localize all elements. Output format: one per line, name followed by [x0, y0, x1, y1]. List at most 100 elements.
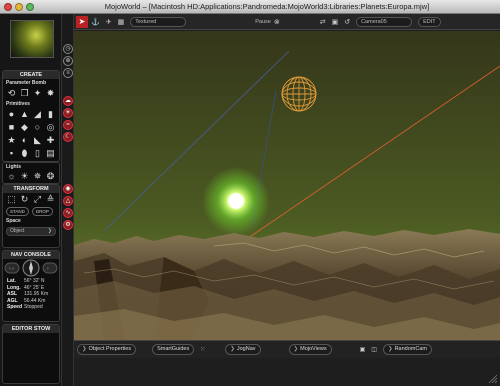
render-viewport[interactable]: [74, 31, 500, 340]
pause-button[interactable]: ⊗: [274, 18, 280, 26]
close-window-button[interactable]: [4, 2, 12, 11]
planet-thumbnail[interactable]: [10, 20, 54, 58]
sun-tool-icon[interactable]: ☀: [63, 108, 73, 118]
globe-icon[interactable]: ⊕: [63, 56, 73, 66]
transform-panel-title: TRANSFORM: [3, 185, 59, 193]
atmosphere-tool-icon[interactable]: ≈: [63, 120, 73, 130]
mojo-views-button[interactable]: ❯ MojoViews: [288, 344, 332, 355]
select-tool-button[interactable]: ➤: [76, 15, 88, 28]
water-tool-icon[interactable]: ∿: [63, 208, 73, 218]
parameter-bomb-label: Parameter Bomb: [6, 80, 47, 86]
resize-grip-icon[interactable]: [487, 373, 497, 383]
random-cam-label: RandomCam: [394, 346, 427, 352]
guides-toggle-icon[interactable]: ⁙: [200, 346, 205, 353]
spiral-icon[interactable]: ⟲: [6, 88, 17, 99]
editor-stow-title: EDITOR STOW: [3, 325, 59, 333]
jog-nav-button[interactable]: ❯ JogNav: [225, 344, 261, 355]
sun-light-icon[interactable]: ☀: [19, 171, 30, 182]
tube-icon[interactable]: ▯: [32, 148, 43, 159]
nav-compass[interactable]: ‹ › ›: [3, 259, 59, 277]
lights-label: Lights: [6, 164, 21, 170]
editor-stow-panel: EDITOR STOW: [2, 324, 60, 384]
rotate-icon[interactable]: ↻: [19, 194, 30, 205]
clock-icon[interactable]: ◷: [63, 44, 73, 54]
chevron-right-icon: ❯: [82, 346, 87, 352]
cloud-tool-icon[interactable]: ☁: [63, 96, 73, 106]
chevron-right-icon: ❯: [47, 228, 52, 234]
spot-light-icon[interactable]: ✵: [32, 171, 43, 182]
transform-tools: ⬚ ↻ ⤢ ≙: [3, 193, 59, 206]
nav-compass-row: ‹ › ›: [3, 259, 59, 277]
layers-icon[interactable]: ≡: [63, 68, 73, 78]
wedge-icon[interactable]: ◣: [32, 135, 43, 146]
light-gizmo[interactable]: [281, 76, 317, 112]
bottom-toolbar: ❯ Object Properties SmartGuides ⁙ ❯ JogNav…: [74, 340, 500, 358]
speed-value: Stopped: [24, 304, 43, 310]
viewport-scene[interactable]: [74, 31, 500, 340]
lights-tools: ☼ ☀ ✵ ❂: [3, 171, 59, 183]
nav-console-panel: NAV CONSOLE ‹ › › Lat. 56° 32' N Long. 46°…: [2, 250, 60, 322]
sphere-icon[interactable]: ●: [6, 109, 17, 120]
cylinder-icon[interactable]: ▮: [45, 109, 56, 120]
material-tool-icon[interactable]: ◉: [63, 184, 73, 194]
drop-icon[interactable]: ◆: [19, 122, 30, 133]
random-cam-button[interactable]: ❯ RandomCam: [382, 344, 432, 355]
cone-icon[interactable]: ▲: [19, 109, 30, 120]
scale-icon[interactable]: ⤢: [32, 194, 43, 205]
explode-icon[interactable]: ✸: [45, 88, 56, 99]
camera-select[interactable]: Camera05: [356, 16, 413, 27]
camera-rotate-icon[interactable]: ↺: [344, 18, 350, 26]
torus-icon[interactable]: ◎: [45, 122, 56, 133]
area-light-icon[interactable]: ❂: [45, 171, 56, 182]
wand-icon[interactable]: ✦: [32, 88, 43, 99]
view-split-icon[interactable]: ◫: [371, 346, 377, 353]
space-value: Object: [10, 228, 25, 234]
object-properties-button[interactable]: ❯ Object Properties: [77, 344, 137, 355]
walk-icon[interactable]: ⚓: [91, 18, 100, 26]
fly-icon[interactable]: ✈: [106, 18, 112, 26]
zoom-window-button[interactable]: [26, 2, 34, 11]
star-icon[interactable]: ★: [6, 135, 17, 146]
sheet-icon[interactable]: ▤: [45, 148, 56, 159]
cube-icon[interactable]: ■: [6, 122, 17, 133]
camera-sync-icon[interactable]: ⇄: [320, 18, 326, 26]
clone-icon[interactable]: ❐: [19, 88, 30, 99]
space-label: Space: [6, 218, 21, 224]
block-icon[interactable]: ▪: [6, 148, 17, 159]
parameter-bomb-tools: ⟲ ❐ ✦ ✸: [3, 87, 59, 100]
edit-camera-label: EDIT: [423, 18, 436, 25]
gear-icon[interactable]: ⚙: [63, 220, 73, 230]
move-icon[interactable]: ⬚: [6, 194, 17, 205]
camera-icon[interactable]: ▣: [332, 18, 339, 26]
vertical-tool-strip: ◷ ⊕ ≡ ☁ ☀ ≈ ☾ ◉ △ ∿ ⚙: [62, 14, 74, 386]
mojo-views-label: MojoViews: [300, 346, 327, 352]
sun[interactable]: [228, 193, 244, 209]
view-layout-icon[interactable]: ▣: [360, 346, 366, 353]
nav-console-title: NAV CONSOLE: [3, 251, 59, 259]
edit-camera-button[interactable]: EDIT: [418, 16, 441, 27]
create-panel: CREATE Parameter Bomb ⟲ ❐ ✦ ✸ Primitives…: [2, 70, 60, 162]
render-mode-select[interactable]: Textured: [130, 16, 187, 27]
pyramid-icon[interactable]: ◢: [32, 109, 43, 120]
cross-icon[interactable]: ✚: [45, 135, 56, 146]
ring-icon[interactable]: ○: [32, 122, 43, 133]
terrain-tool-icon[interactable]: △: [63, 196, 73, 206]
top-toolbar: ➤ ⚓ ✈ ▦ Textured Pause ⊗ ⇄ ▣ ↺ Camera05 …: [74, 14, 500, 30]
drop-button[interactable]: DROP: [31, 207, 53, 216]
chevron-right-icon: ❯: [230, 346, 235, 352]
moon-tool-icon[interactable]: ☾: [63, 132, 73, 142]
align-icon[interactable]: ≙: [45, 194, 56, 205]
chevron-right-icon: ❯: [293, 346, 299, 352]
stand-button[interactable]: STAND: [6, 207, 29, 216]
space-selector[interactable]: Object ❯: [6, 227, 56, 236]
disc-icon[interactable]: ◐: [19, 135, 30, 146]
primitives-label: Primitives: [6, 101, 30, 107]
smart-guides-button[interactable]: SmartGuides: [152, 344, 195, 355]
nav-readouts: Lat. 56° 32' N Long. 46° 25' E ASL 131.95 K…: [3, 277, 59, 312]
status-area: [74, 358, 500, 386]
minimize-window-button[interactable]: [15, 2, 23, 11]
capsule-icon[interactable]: ⬮: [19, 148, 30, 159]
bulb-icon[interactable]: ☼: [6, 171, 17, 182]
pause-label: Pause: [255, 18, 271, 25]
grid-icon[interactable]: ▦: [118, 18, 125, 26]
